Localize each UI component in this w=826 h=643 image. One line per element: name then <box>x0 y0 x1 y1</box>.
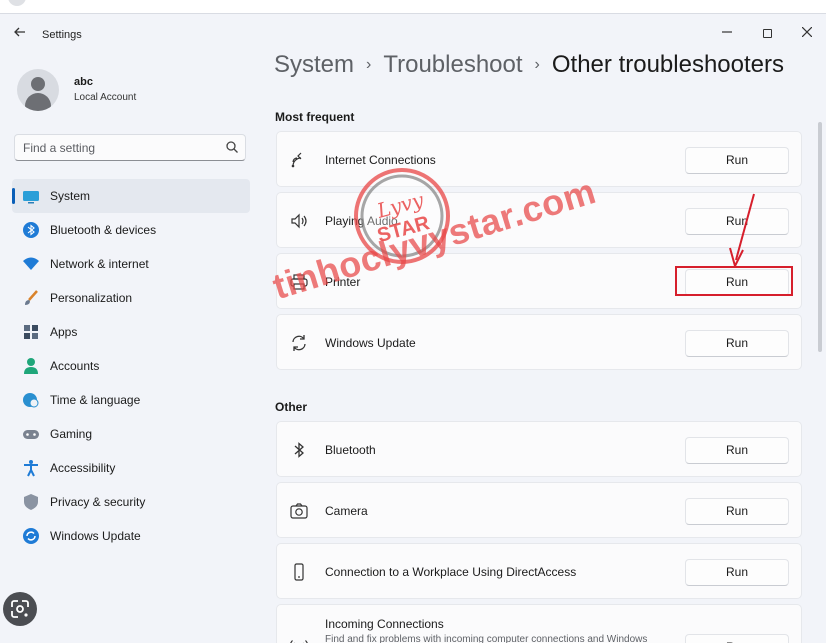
sidebar-item-label: Bluetooth & devices <box>50 223 157 237</box>
sidebar-item-bluetooth[interactable]: Bluetooth & devices <box>12 213 250 247</box>
apps-icon <box>24 325 38 339</box>
camera-icon <box>290 503 308 519</box>
sidebar-item-label: Apps <box>50 325 78 339</box>
search-input[interactable]: Find a setting <box>14 134 246 161</box>
sidebar-item-accounts[interactable]: Accounts <box>12 349 250 383</box>
scrollbar[interactable] <box>818 122 822 352</box>
sidebar-item-personalization[interactable]: Personalization <box>12 281 250 315</box>
shield-icon <box>24 494 38 510</box>
accessibility-icon <box>24 460 38 477</box>
minimize-icon[interactable] <box>714 20 740 46</box>
page-title: Other troubleshooters <box>551 51 784 78</box>
red-arrow-icon <box>729 193 755 268</box>
globe-clock-icon <box>23 393 39 408</box>
troubleshooter-title: Windows Update <box>325 336 416 350</box>
highlight-box <box>675 266 793 296</box>
search-icon <box>226 141 238 153</box>
sidebar-item-privacy[interactable]: Privacy & security <box>12 485 250 519</box>
troubleshooter-title: Camera <box>325 504 368 518</box>
troubleshooter-title: Connection to a Workplace Using DirectAc… <box>325 565 577 579</box>
sidebar-item-label: Accounts <box>50 359 100 373</box>
troubleshooter-title: Bluetooth <box>325 443 376 457</box>
bluetooth-icon <box>294 442 304 458</box>
title-bar: Settings <box>0 14 826 54</box>
bluetooth-icon <box>23 222 39 238</box>
user-name: abc <box>74 76 93 88</box>
troubleshooter-camera: Camera Run <box>276 482 802 538</box>
close-icon[interactable] <box>794 20 820 46</box>
wifi-icon <box>23 257 39 270</box>
app-title: Settings <box>42 29 82 41</box>
sidebar-item-accessibility[interactable]: Accessibility <box>12 451 250 485</box>
sidebar-item-network[interactable]: Network & internet <box>12 247 250 281</box>
sidebar-item-time-language[interactable]: Time & language <box>12 383 250 417</box>
breadcrumb-separator: › <box>366 56 372 73</box>
troubleshooter-title: Incoming Connections <box>325 617 444 631</box>
sidebar-item-system[interactable]: System <box>12 179 250 213</box>
sidebar-item-label: System <box>50 189 91 203</box>
account-type: Local Account <box>74 92 137 103</box>
network-icon <box>291 152 302 168</box>
phone-icon <box>294 563 304 581</box>
browser-tab-edge <box>8 0 26 6</box>
search-placeholder: Find a setting <box>23 141 96 155</box>
breadcrumb-separator: › <box>534 56 540 73</box>
section-heading-most-frequent: Most frequent <box>275 110 355 124</box>
update-icon <box>23 528 39 544</box>
run-incoming-connections-button[interactable]: Run <box>685 634 789 643</box>
gamepad-icon <box>23 430 39 439</box>
breadcrumb-troubleshoot[interactable]: Troubleshoot <box>383 51 522 78</box>
sidebar-item-label: Accessibility <box>50 461 116 475</box>
breadcrumb: System › Troubleshoot › Other troubleshooter… <box>274 51 784 79</box>
maximize-icon[interactable] <box>754 20 780 46</box>
run-windows-update-button[interactable]: Run <box>685 330 789 357</box>
brush-icon <box>25 290 38 305</box>
active-indicator <box>12 188 15 204</box>
run-directaccess-button[interactable]: Run <box>685 559 789 586</box>
run-camera-button[interactable]: Run <box>685 498 789 525</box>
google-lens-icon[interactable] <box>3 592 37 626</box>
breadcrumb-system[interactable]: System <box>274 51 354 78</box>
sidebar-item-label: Privacy & security <box>50 495 146 509</box>
monitor-icon <box>23 191 39 204</box>
troubleshooter-title: Internet Connections <box>325 153 436 167</box>
sidebar-item-label: Network & internet <box>50 257 149 271</box>
sidebar-nav: System Bluetooth & devices Network & int… <box>12 179 250 553</box>
sidebar-item-label: Personalization <box>50 291 133 305</box>
avatar[interactable] <box>17 69 59 111</box>
troubleshooter-bluetooth: Bluetooth Run <box>276 421 802 477</box>
sidebar-item-gaming[interactable]: Gaming <box>12 417 250 451</box>
sidebar-item-apps[interactable]: Apps <box>12 315 250 349</box>
settings-window: Settings abc Local Account Find a settin… <box>0 13 826 643</box>
sidebar-item-label: Windows Update <box>50 529 141 543</box>
troubleshooter-directaccess: Connection to a Workplace Using DirectAc… <box>276 543 802 599</box>
sidebar-item-label: Gaming <box>50 427 93 441</box>
speaker-icon <box>291 213 307 229</box>
section-heading-other: Other <box>275 400 308 414</box>
troubleshooter-incoming-connections: Incoming Connections Find and fix proble… <box>276 604 802 643</box>
back-arrow-icon[interactable] <box>10 24 30 44</box>
browser-top-strip <box>0 0 826 13</box>
troubleshooter-subtitle: Find and fix problems with incoming comp… <box>325 634 648 643</box>
sidebar-item-windows-update[interactable]: Windows Update <box>12 519 250 553</box>
sidebar-item-label: Time & language <box>50 393 141 407</box>
run-bluetooth-button[interactable]: Run <box>685 437 789 464</box>
troubleshooter-windows-update: Windows Update Run <box>276 314 802 370</box>
run-internet-connections-button[interactable]: Run <box>685 147 789 174</box>
person-icon <box>24 358 38 374</box>
refresh-icon <box>292 335 306 351</box>
broadcast-icon <box>290 640 308 643</box>
